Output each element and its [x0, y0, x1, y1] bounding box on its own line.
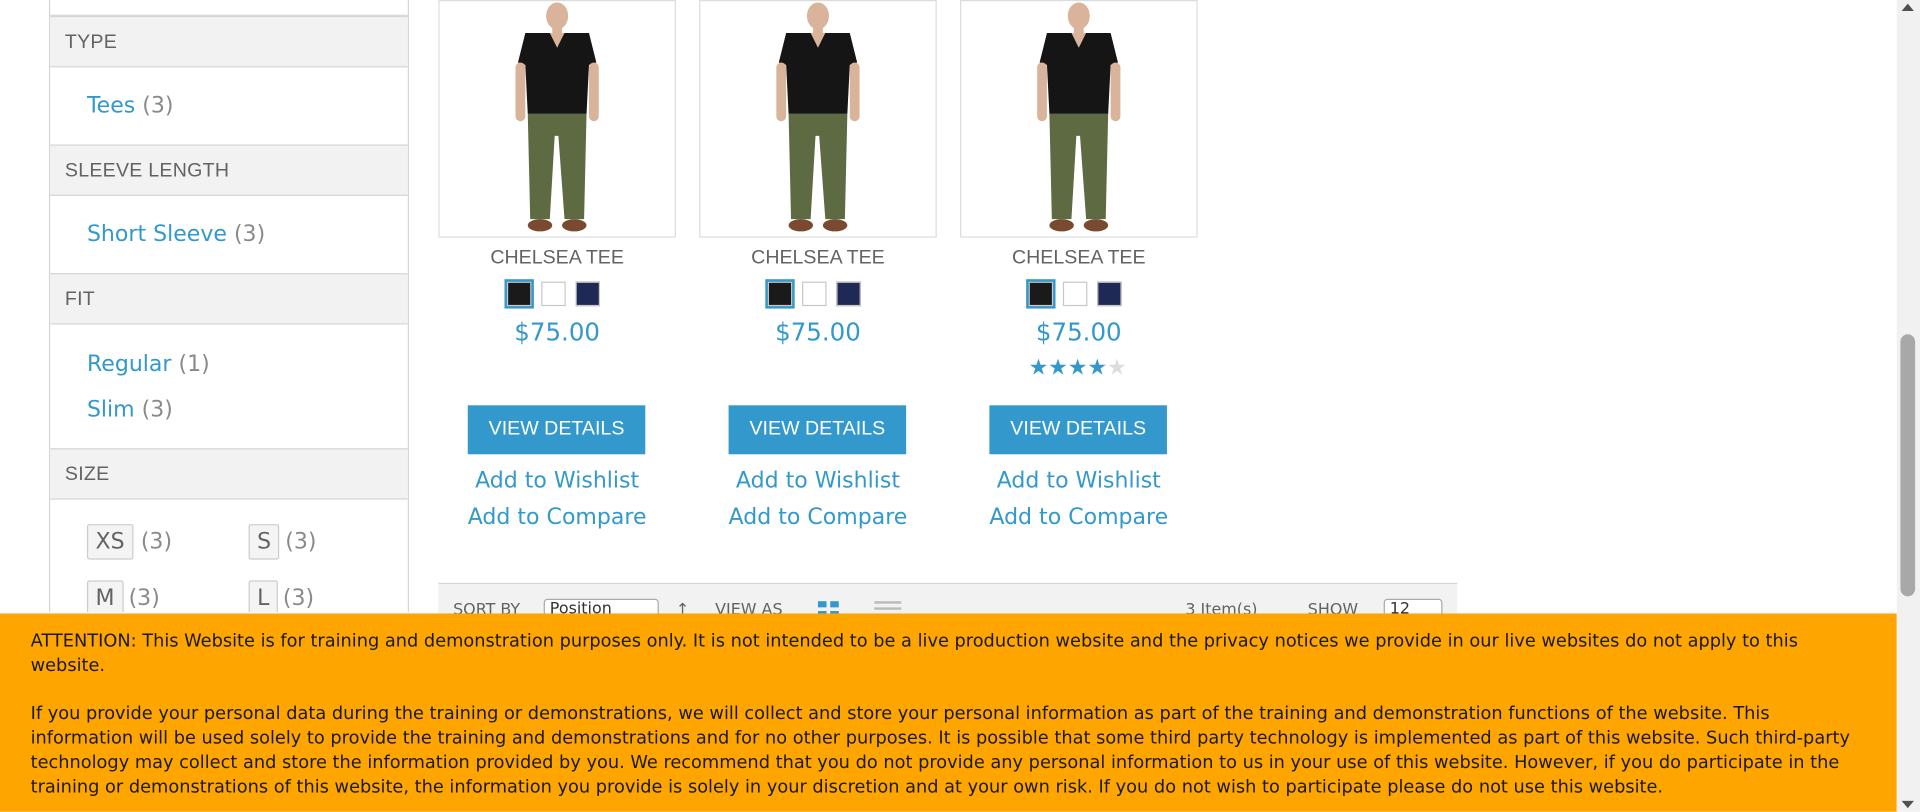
product-price: $75.00 — [775, 317, 861, 347]
color-swatch[interactable] — [1062, 281, 1088, 307]
notice-paragraph: If you provide your personal data during… — [30, 704, 1850, 798]
scroll-down-icon[interactable] — [1901, 800, 1914, 809]
color-swatch[interactable] — [836, 281, 861, 307]
filter-option-count: (1) — [178, 351, 210, 378]
size-count: (3) — [128, 585, 160, 612]
color-swatch[interactable] — [765, 279, 795, 309]
size-swatch-l[interactable]: L — [248, 580, 278, 613]
tshirt-model-photo — [700, 1, 936, 237]
color-swatch[interactable] — [504, 279, 534, 309]
filter-option-tees[interactable]: Tees (3) — [87, 93, 174, 119]
filter-option-label[interactable]: Short Sleeve — [87, 222, 227, 248]
page: TYPE Tees (3) SLEEVE LENGTH Short Sleeve… — [0, 0, 1920, 812]
star-icon: ★ — [1048, 355, 1068, 381]
color-swatch[interactable] — [802, 281, 827, 307]
add-to-compare-link[interactable]: Add to Compare — [438, 504, 676, 530]
color-swatch[interactable] — [575, 281, 601, 307]
filter-option-label[interactable]: Tees — [87, 93, 135, 119]
filter-option-regular[interactable]: Regular (1) — [87, 351, 210, 377]
filter-option-count: (3) — [233, 221, 266, 248]
star-icon: ★ — [1106, 355, 1127, 381]
size-swatch-xs[interactable]: XS — [86, 524, 134, 560]
rating-stars — [768, 358, 868, 380]
scroll-up-icon[interactable] — [1901, 3, 1914, 12]
filter-option-label[interactable]: Regular — [87, 351, 172, 377]
star-icon: ★ — [1067, 355, 1088, 381]
filter-option-count: (3) — [142, 93, 174, 119]
view-details-button[interactable]: VIEW DETAILS — [989, 405, 1167, 455]
color-swatches — [765, 279, 878, 309]
product-image[interactable] — [960, 0, 1198, 238]
rating-stars: ★ ★ ★ ★ ★ — [1028, 355, 1129, 381]
view-details-button[interactable]: VIEW DETAILS — [728, 405, 907, 455]
product-price: $75.00 — [514, 317, 600, 347]
size-count: (3) — [282, 585, 315, 612]
add-to-wishlist-link[interactable]: Add to Wishlist — [438, 468, 676, 494]
product-image[interactable] — [438, 0, 676, 238]
facet-title-fit[interactable]: FIT — [50, 273, 408, 325]
size-swatch-m[interactable]: M — [86, 580, 124, 613]
star-icon: ★ — [1028, 355, 1049, 381]
scrollbar-thumb[interactable] — [1900, 334, 1916, 597]
size-count: (3) — [140, 528, 173, 555]
facet-title-sleeve-length[interactable]: SLEEVE LENGTH — [50, 144, 408, 196]
rating-stars — [507, 358, 607, 380]
demo-notice-banner: ATTENTION: This Website is for training … — [0, 613, 1897, 812]
filter-option-short-sleeve[interactable]: Short Sleeve (3) — [87, 222, 265, 248]
sidebar-filters: TYPE Tees (3) SLEEVE LENGTH Short Sleeve… — [48, 0, 409, 613]
facet-title-type[interactable]: TYPE — [50, 15, 408, 68]
tshirt-model-photo — [439, 1, 675, 237]
filter-option-count: (3) — [141, 396, 173, 423]
add-to-wishlist-link[interactable]: Add to Wishlist — [699, 468, 937, 494]
product-name[interactable]: CHELSEA TEE — [438, 247, 676, 269]
color-swatches — [504, 279, 617, 309]
vertical-scrollbar[interactable] — [1896, 0, 1920, 812]
facet-title-size[interactable]: SIZE — [50, 448, 408, 500]
product-name[interactable]: CHELSEA TEE — [960, 247, 1198, 269]
product-name[interactable]: CHELSEA TEE — [699, 247, 937, 269]
size-count: (3) — [285, 528, 317, 555]
color-swatches — [1026, 279, 1139, 309]
star-icon: ★ — [1087, 355, 1108, 381]
add-to-compare-link[interactable]: Add to Compare — [960, 504, 1198, 530]
color-swatch[interactable] — [541, 281, 566, 307]
add-to-compare-link[interactable]: Add to Compare — [699, 504, 937, 530]
color-swatch[interactable] — [1026, 279, 1056, 309]
color-swatch[interactable] — [1097, 281, 1122, 307]
notice-paragraph: ATTENTION: This Website is for training … — [30, 631, 1798, 676]
product-price: $75.00 — [1035, 317, 1122, 347]
tshirt-model-photo — [961, 1, 1197, 237]
view-details-button[interactable]: VIEW DETAILS — [467, 405, 646, 455]
size-swatch-s[interactable]: S — [248, 524, 280, 560]
add-to-wishlist-link[interactable]: Add to Wishlist — [960, 468, 1198, 494]
filter-option-slim[interactable]: Slim (3) — [87, 397, 173, 423]
product-image[interactable] — [699, 0, 937, 238]
filter-option-label[interactable]: Slim — [87, 397, 135, 423]
